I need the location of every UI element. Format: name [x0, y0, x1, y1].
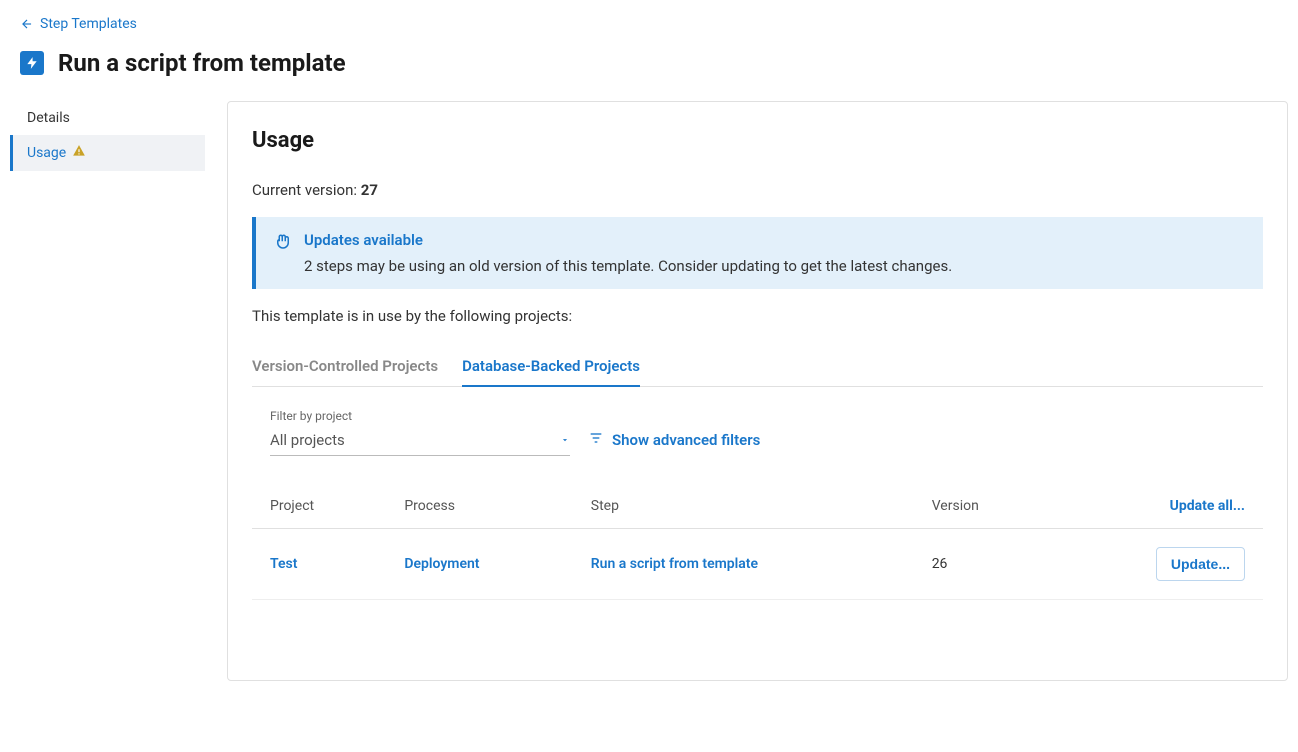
content-panel: Usage Current version: 27 Updates availa…: [227, 101, 1288, 681]
project-link[interactable]: Test: [270, 556, 297, 572]
warning-icon: [72, 144, 86, 162]
col-step: Step: [573, 484, 914, 529]
caret-down-icon: [560, 431, 570, 449]
filter-value: All projects: [270, 431, 345, 449]
table-row: Test Deployment Run a script from templa…: [252, 529, 1263, 600]
filter-row: Filter by project All projects Show adva…: [252, 409, 1263, 484]
sidebar-item-usage[interactable]: Usage: [10, 135, 205, 171]
page-title: Run a script from template: [58, 49, 346, 77]
filter-list-icon: [588, 430, 604, 450]
intro-text: This template is in use by the following…: [252, 307, 1263, 325]
project-filter[interactable]: Filter by project All projects: [270, 409, 570, 456]
tab-database-backed[interactable]: Database-Backed Projects: [462, 347, 640, 387]
process-link[interactable]: Deployment: [404, 556, 479, 572]
update-button[interactable]: Update...: [1156, 547, 1245, 581]
col-project: Project: [252, 484, 386, 529]
show-advanced-filters[interactable]: Show advanced filters: [588, 430, 760, 456]
tabs: Version-Controlled Projects Database-Bac…: [252, 347, 1263, 387]
sidebar-item-label: Usage: [27, 145, 66, 161]
breadcrumb: Step Templates: [0, 0, 1298, 39]
template-logo-icon: [20, 51, 44, 75]
arrow-left-icon: [20, 17, 34, 31]
step-link[interactable]: Run a script from template: [591, 556, 758, 572]
table-header-row: Project Process Step Version Update all.…: [252, 484, 1263, 529]
col-process: Process: [386, 484, 572, 529]
row-version: 26: [932, 556, 948, 572]
col-version: Version: [914, 484, 1053, 529]
sidebar-item-details[interactable]: Details: [10, 101, 205, 135]
alert-body: 2 steps may be using an old version of t…: [304, 257, 952, 275]
filter-label: Filter by project: [270, 409, 570, 423]
updates-alert: Updates available 2 steps may be using a…: [252, 217, 1263, 289]
sidebar: Details Usage: [10, 101, 205, 171]
wave-icon: [274, 233, 292, 275]
content-heading: Usage: [252, 128, 1263, 153]
usage-table: Project Process Step Version Update all.…: [252, 484, 1263, 600]
page-header: Run a script from template: [0, 39, 1298, 101]
tab-version-controlled[interactable]: Version-Controlled Projects: [252, 347, 438, 387]
sidebar-item-label: Details: [27, 110, 70, 126]
current-version: Current version: 27: [252, 181, 1263, 199]
update-all-link[interactable]: Update all...: [1170, 498, 1245, 514]
advanced-filters-label: Show advanced filters: [612, 431, 760, 449]
version-label: Current version:: [252, 181, 361, 199]
breadcrumb-link[interactable]: Step Templates: [20, 16, 137, 32]
alert-title: Updates available: [304, 231, 952, 249]
breadcrumb-label: Step Templates: [40, 16, 137, 32]
version-value: 27: [361, 181, 378, 199]
